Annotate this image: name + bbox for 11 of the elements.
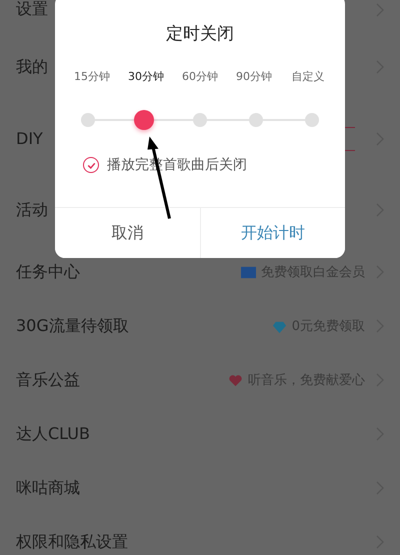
- dialog-title: 定时关闭: [166, 23, 234, 45]
- item-label: 权限和隐私设置: [16, 532, 128, 552]
- item-label: DIY: [16, 129, 43, 148]
- item-label: 咪咕商城: [16, 478, 80, 498]
- item-label: 达人CLUB: [16, 424, 90, 444]
- item-label: 设置: [16, 0, 48, 20]
- item-label: 30G流量待领取: [16, 316, 129, 336]
- item-label: 我的: [16, 56, 48, 78]
- item-label: 任务中心: [16, 262, 80, 282]
- item-label: 音乐公益: [16, 370, 80, 390]
- item-label: 活动: [16, 200, 48, 220]
